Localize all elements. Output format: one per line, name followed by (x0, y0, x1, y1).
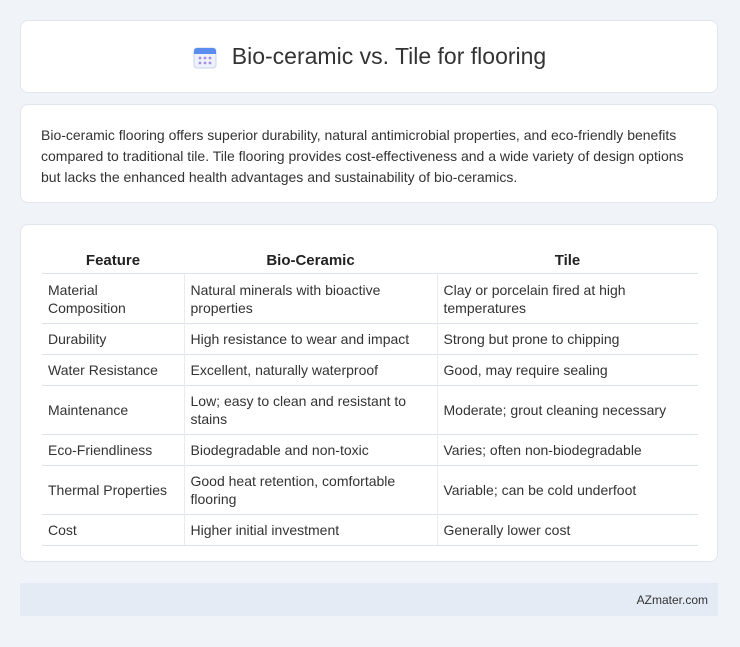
table-row: Durability High resistance to wear and i… (42, 323, 698, 355)
feature-cell: Maintenance (42, 385, 185, 435)
bio-ceramic-cell: Biodegradable and non-toxic (184, 434, 438, 466)
column-header: Feature (85, 252, 141, 269)
bio-ceramic-cell: Higher initial investment (184, 514, 438, 546)
tile-cell: Moderate; grout cleaning necessary (437, 385, 698, 435)
bio-ceramic-cell: Good heat retention, comfortable floorin… (184, 465, 438, 515)
table-row: Maintenance Low; easy to clean and resis… (42, 385, 698, 435)
calendar-icon (192, 44, 218, 70)
tile-cell: Good, may require sealing (437, 354, 698, 386)
tile-cell: Clay or porcelain fired at high temperat… (437, 273, 698, 324)
table-row: Water Resistance Excellent, naturally wa… (42, 354, 698, 386)
footer: AZmater.com (20, 583, 718, 616)
table-row: Thermal Properties Good heat retention, … (42, 465, 698, 515)
tile-cell: Varies; often non-biodegradable (437, 434, 698, 466)
bio-ceramic-cell: Low; easy to clean and resistant to stai… (184, 385, 438, 435)
table-row: Eco-Friendliness Biodegradable and non-t… (42, 434, 698, 466)
comparison-table-card: Feature Bio-Ceramic Tile Material Compos… (20, 224, 718, 562)
feature-cell: Water Resistance (42, 354, 185, 386)
table-header-row: Feature Bio-Ceramic Tile (42, 241, 698, 274)
bio-ceramic-cell: High resistance to wear and impact (184, 323, 438, 355)
footer-brand: AZmater.com (636, 592, 708, 607)
comparison-table: Feature Bio-Ceramic Tile Material Compos… (42, 241, 698, 546)
summary-text: Bio-ceramic flooring offers superior dur… (41, 127, 684, 185)
page-title: Bio-ceramic vs. Tile for flooring (231, 43, 547, 69)
feature-cell: Eco-Friendliness (42, 434, 185, 466)
title-card: Bio-ceramic vs. Tile for flooring (20, 20, 718, 93)
tile-cell: Generally lower cost (437, 514, 698, 546)
bio-ceramic-cell: Natural minerals with bioactive properti… (184, 273, 438, 324)
feature-cell: Thermal Properties (42, 465, 185, 515)
tile-cell: Variable; can be cold underfoot (437, 465, 698, 515)
column-header: Tile (554, 252, 581, 269)
feature-cell: Durability (42, 323, 185, 355)
feature-cell: Cost (42, 514, 185, 546)
table-row: Material Composition Natural minerals wi… (42, 273, 698, 324)
summary-card: Bio-ceramic flooring offers superior dur… (20, 104, 718, 203)
column-header: Bio-Ceramic (266, 252, 355, 269)
bio-ceramic-cell: Excellent, naturally waterproof (184, 354, 438, 386)
table-row: Cost Higher initial investment Generally… (42, 514, 698, 546)
feature-cell: Material Composition (42, 273, 185, 324)
tile-cell: Strong but prone to chipping (437, 323, 698, 355)
